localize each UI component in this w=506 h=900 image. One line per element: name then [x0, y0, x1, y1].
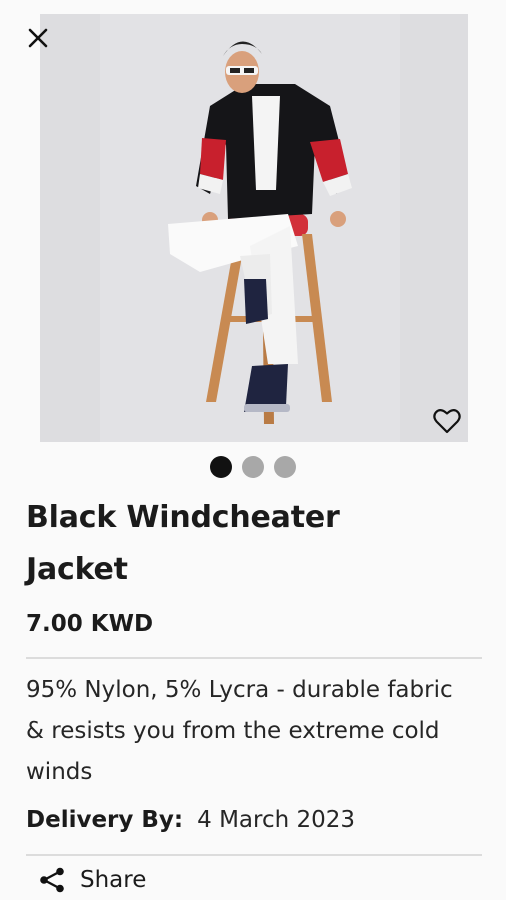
product-photo	[40, 14, 468, 442]
divider	[26, 657, 482, 659]
share-button[interactable]: Share	[38, 866, 146, 894]
carousel-dot[interactable]	[242, 456, 264, 478]
delivery-date: 4 March 2023	[197, 807, 356, 833]
product-title: Black Windcheater Jacket	[26, 500, 340, 587]
carousel-indicator	[0, 456, 506, 478]
close-button[interactable]	[22, 22, 54, 54]
product-price: 7.00 KWD	[26, 611, 154, 637]
carousel-dot[interactable]	[274, 456, 296, 478]
delivery-info: Delivery By: 4 March 2023	[26, 807, 355, 833]
favorite-button[interactable]	[428, 402, 466, 440]
carousel-dot[interactable]	[210, 456, 232, 478]
product-detail-screen: Black Windcheater Jacket 7.00 KWD 95% Ny…	[0, 0, 506, 900]
share-label: Share	[80, 867, 147, 893]
divider	[26, 854, 482, 856]
delivery-label: Delivery By:	[26, 807, 184, 833]
share-icon	[40, 867, 64, 893]
close-icon	[28, 28, 48, 48]
heart-outline-icon	[433, 409, 461, 434]
product-description: 95% Nylon, 5% Lycra - durable fabric & r…	[26, 677, 453, 785]
product-image-carousel[interactable]	[40, 14, 468, 442]
